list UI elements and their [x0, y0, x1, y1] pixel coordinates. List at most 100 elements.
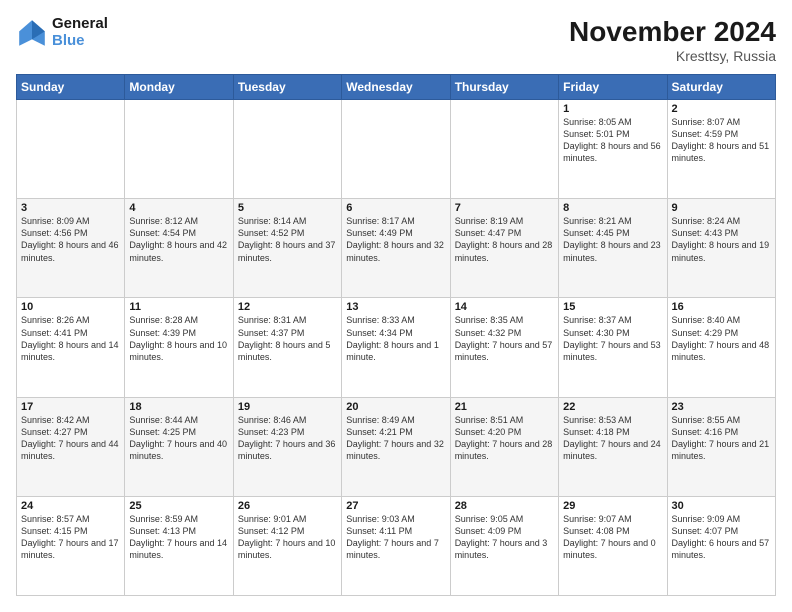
day-number: 9 — [672, 202, 771, 214]
calendar-header-row: SundayMondayTuesdayWednesdayThursdayFrid… — [17, 75, 776, 100]
day-info: Sunrise: 9:07 AMSunset: 4:08 PMDaylight:… — [563, 513, 662, 562]
calendar-cell: 4Sunrise: 8:12 AMSunset: 4:54 PMDaylight… — [125, 199, 233, 298]
day-number: 14 — [455, 301, 554, 313]
day-number: 2 — [672, 103, 771, 115]
calendar-cell — [233, 100, 341, 199]
day-number: 16 — [672, 301, 771, 313]
day-number: 6 — [346, 202, 445, 214]
calendar-header-sunday: Sunday — [17, 75, 125, 100]
day-info: Sunrise: 8:46 AMSunset: 4:23 PMDaylight:… — [238, 414, 337, 463]
calendar-header-monday: Monday — [125, 75, 233, 100]
day-number: 15 — [563, 301, 662, 313]
day-info: Sunrise: 8:31 AMSunset: 4:37 PMDaylight:… — [238, 314, 337, 363]
calendar-cell: 24Sunrise: 8:57 AMSunset: 4:15 PMDayligh… — [17, 496, 125, 595]
calendar-cell — [342, 100, 450, 199]
day-number: 18 — [129, 401, 228, 413]
calendar-cell: 25Sunrise: 8:59 AMSunset: 4:13 PMDayligh… — [125, 496, 233, 595]
title-block: November 2024 Kresttsy, Russia — [569, 16, 776, 64]
calendar-cell: 28Sunrise: 9:05 AMSunset: 4:09 PMDayligh… — [450, 496, 558, 595]
day-number: 20 — [346, 401, 445, 413]
day-number: 21 — [455, 401, 554, 413]
calendar-week-row: 24Sunrise: 8:57 AMSunset: 4:15 PMDayligh… — [17, 496, 776, 595]
calendar-week-row: 1Sunrise: 8:05 AMSunset: 5:01 PMDaylight… — [17, 100, 776, 199]
page-title: November 2024 — [569, 16, 776, 48]
logo-icon — [16, 17, 48, 49]
calendar-cell — [450, 100, 558, 199]
header: General Blue November 2024 Kresttsy, Rus… — [16, 16, 776, 64]
calendar-cell: 7Sunrise: 8:19 AMSunset: 4:47 PMDaylight… — [450, 199, 558, 298]
day-info: Sunrise: 8:21 AMSunset: 4:45 PMDaylight:… — [563, 215, 662, 264]
calendar-cell — [17, 100, 125, 199]
day-info: Sunrise: 8:26 AMSunset: 4:41 PMDaylight:… — [21, 314, 120, 363]
calendar-cell: 29Sunrise: 9:07 AMSunset: 4:08 PMDayligh… — [559, 496, 667, 595]
day-info: Sunrise: 8:55 AMSunset: 4:16 PMDaylight:… — [672, 414, 771, 463]
day-info: Sunrise: 8:57 AMSunset: 4:15 PMDaylight:… — [21, 513, 120, 562]
logo-text-line2: Blue — [52, 33, 108, 50]
calendar-cell: 21Sunrise: 8:51 AMSunset: 4:20 PMDayligh… — [450, 397, 558, 496]
calendar-cell: 1Sunrise: 8:05 AMSunset: 5:01 PMDaylight… — [559, 100, 667, 199]
calendar-cell: 19Sunrise: 8:46 AMSunset: 4:23 PMDayligh… — [233, 397, 341, 496]
calendar-cell: 13Sunrise: 8:33 AMSunset: 4:34 PMDayligh… — [342, 298, 450, 397]
day-info: Sunrise: 8:51 AMSunset: 4:20 PMDaylight:… — [455, 414, 554, 463]
day-number: 7 — [455, 202, 554, 214]
day-info: Sunrise: 9:05 AMSunset: 4:09 PMDaylight:… — [455, 513, 554, 562]
day-info: Sunrise: 8:09 AMSunset: 4:56 PMDaylight:… — [21, 215, 120, 264]
calendar-cell: 8Sunrise: 8:21 AMSunset: 4:45 PMDaylight… — [559, 199, 667, 298]
day-info: Sunrise: 8:42 AMSunset: 4:27 PMDaylight:… — [21, 414, 120, 463]
calendar-cell: 5Sunrise: 8:14 AMSunset: 4:52 PMDaylight… — [233, 199, 341, 298]
day-info: Sunrise: 8:24 AMSunset: 4:43 PMDaylight:… — [672, 215, 771, 264]
day-info: Sunrise: 8:14 AMSunset: 4:52 PMDaylight:… — [238, 215, 337, 264]
day-number: 5 — [238, 202, 337, 214]
calendar-header-friday: Friday — [559, 75, 667, 100]
day-info: Sunrise: 9:03 AMSunset: 4:11 PMDaylight:… — [346, 513, 445, 562]
calendar-cell: 6Sunrise: 8:17 AMSunset: 4:49 PMDaylight… — [342, 199, 450, 298]
day-info: Sunrise: 8:07 AMSunset: 4:59 PMDaylight:… — [672, 116, 771, 165]
logo: General Blue — [16, 16, 108, 49]
day-info: Sunrise: 8:53 AMSunset: 4:18 PMDaylight:… — [563, 414, 662, 463]
day-number: 8 — [563, 202, 662, 214]
day-number: 19 — [238, 401, 337, 413]
logo-text-line1: General — [52, 16, 108, 33]
calendar-cell: 14Sunrise: 8:35 AMSunset: 4:32 PMDayligh… — [450, 298, 558, 397]
calendar-header-tuesday: Tuesday — [233, 75, 341, 100]
calendar-header-saturday: Saturday — [667, 75, 775, 100]
day-number: 17 — [21, 401, 120, 413]
calendar-week-row: 10Sunrise: 8:26 AMSunset: 4:41 PMDayligh… — [17, 298, 776, 397]
day-number: 10 — [21, 301, 120, 313]
day-info: Sunrise: 8:19 AMSunset: 4:47 PMDaylight:… — [455, 215, 554, 264]
day-info: Sunrise: 8:40 AMSunset: 4:29 PMDaylight:… — [672, 314, 771, 363]
calendar-week-row: 3Sunrise: 8:09 AMSunset: 4:56 PMDaylight… — [17, 199, 776, 298]
day-number: 26 — [238, 500, 337, 512]
day-number: 12 — [238, 301, 337, 313]
calendar-header-wednesday: Wednesday — [342, 75, 450, 100]
day-number: 11 — [129, 301, 228, 313]
day-info: Sunrise: 8:33 AMSunset: 4:34 PMDaylight:… — [346, 314, 445, 363]
calendar-table: SundayMondayTuesdayWednesdayThursdayFrid… — [16, 74, 776, 596]
day-number: 29 — [563, 500, 662, 512]
day-number: 30 — [672, 500, 771, 512]
calendar-cell: 9Sunrise: 8:24 AMSunset: 4:43 PMDaylight… — [667, 199, 775, 298]
calendar-cell: 11Sunrise: 8:28 AMSunset: 4:39 PMDayligh… — [125, 298, 233, 397]
day-number: 24 — [21, 500, 120, 512]
calendar-cell: 26Sunrise: 9:01 AMSunset: 4:12 PMDayligh… — [233, 496, 341, 595]
calendar-cell: 18Sunrise: 8:44 AMSunset: 4:25 PMDayligh… — [125, 397, 233, 496]
day-info: Sunrise: 9:01 AMSunset: 4:12 PMDaylight:… — [238, 513, 337, 562]
day-number: 22 — [563, 401, 662, 413]
calendar-cell — [125, 100, 233, 199]
day-info: Sunrise: 8:12 AMSunset: 4:54 PMDaylight:… — [129, 215, 228, 264]
day-number: 13 — [346, 301, 445, 313]
calendar-cell: 15Sunrise: 8:37 AMSunset: 4:30 PMDayligh… — [559, 298, 667, 397]
calendar-header-thursday: Thursday — [450, 75, 558, 100]
day-number: 23 — [672, 401, 771, 413]
day-info: Sunrise: 8:37 AMSunset: 4:30 PMDaylight:… — [563, 314, 662, 363]
day-number: 3 — [21, 202, 120, 214]
day-number: 27 — [346, 500, 445, 512]
day-number: 1 — [563, 103, 662, 115]
calendar-cell: 22Sunrise: 8:53 AMSunset: 4:18 PMDayligh… — [559, 397, 667, 496]
calendar-cell: 30Sunrise: 9:09 AMSunset: 4:07 PMDayligh… — [667, 496, 775, 595]
day-info: Sunrise: 8:49 AMSunset: 4:21 PMDaylight:… — [346, 414, 445, 463]
calendar-cell: 10Sunrise: 8:26 AMSunset: 4:41 PMDayligh… — [17, 298, 125, 397]
calendar-cell: 20Sunrise: 8:49 AMSunset: 4:21 PMDayligh… — [342, 397, 450, 496]
day-info: Sunrise: 8:17 AMSunset: 4:49 PMDaylight:… — [346, 215, 445, 264]
day-info: Sunrise: 9:09 AMSunset: 4:07 PMDaylight:… — [672, 513, 771, 562]
